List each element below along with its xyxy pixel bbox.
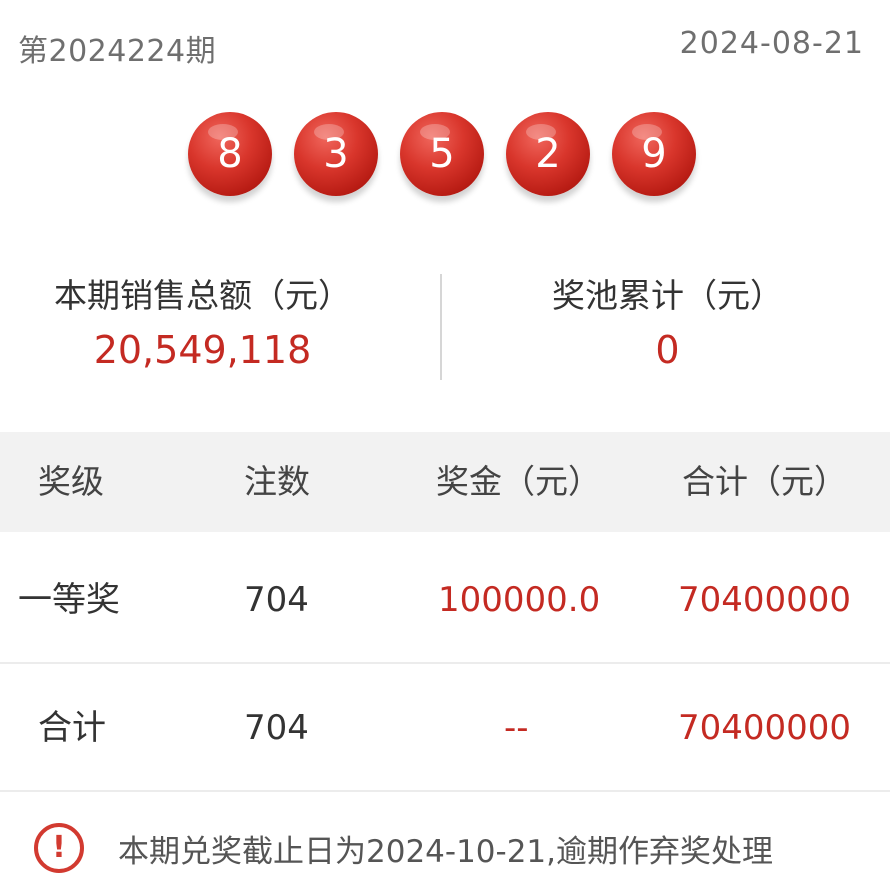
prize-table-header: 奖级 注数 奖金（元） 合计（元）	[0, 432, 890, 532]
exclamation-circle-icon: !	[34, 823, 84, 873]
number-ball: 3	[294, 112, 378, 196]
prize-level-cell: 合计	[38, 708, 106, 748]
winner-count-cell: 704	[244, 580, 309, 620]
prize-amount-cell: --	[504, 708, 529, 748]
issue-number: 第2024224期	[18, 34, 217, 69]
prize-amount-cell: 100000.0	[438, 580, 601, 620]
sales-total: 本期销售总额（元） 20,549,118	[0, 270, 445, 378]
header-total-amount: 合计（元）	[682, 462, 847, 501]
draw-header: 第2024224期 2024-08-21	[0, 0, 890, 100]
number-ball: 9	[612, 112, 696, 196]
header-prize-level: 奖级	[38, 462, 104, 501]
prize-pool: 奖池累计（元） 0	[445, 270, 890, 378]
number-ball: 2	[506, 112, 590, 196]
prize-pool-label: 奖池累计（元）	[552, 276, 783, 315]
number-ball: 8	[188, 112, 272, 196]
sales-total-label: 本期销售总额（元）	[54, 276, 351, 315]
claim-deadline-notice: ! 本期兑奖截止日为2024-10-21,逾期作弃奖处理	[0, 806, 890, 880]
winner-count-cell: 704	[244, 708, 309, 748]
header-prize-amount: 奖金（元）	[436, 462, 601, 501]
draw-date: 2024-08-21	[679, 26, 864, 61]
stats-divider	[440, 274, 442, 380]
prize-level-cell: 一等奖	[18, 580, 120, 620]
prize-pool-value: 0	[655, 328, 680, 372]
number-ball: 5	[400, 112, 484, 196]
sales-summary: 本期销售总额（元） 20,549,118 奖池累计（元） 0	[0, 270, 890, 385]
winning-numbers: 8 3 5 2 9	[0, 112, 890, 202]
total-amount-cell: 70400000	[678, 580, 852, 620]
header-winner-count: 注数	[244, 462, 310, 501]
total-amount-cell: 70400000	[678, 708, 852, 748]
table-row: 一等奖 704 100000.0 70400000	[0, 536, 890, 664]
notice-text: 本期兑奖截止日为2024-10-21,逾期作弃奖处理	[118, 834, 774, 870]
sales-total-value: 20,549,118	[93, 328, 312, 372]
table-row: 合计 704 -- 70400000	[0, 664, 890, 792]
